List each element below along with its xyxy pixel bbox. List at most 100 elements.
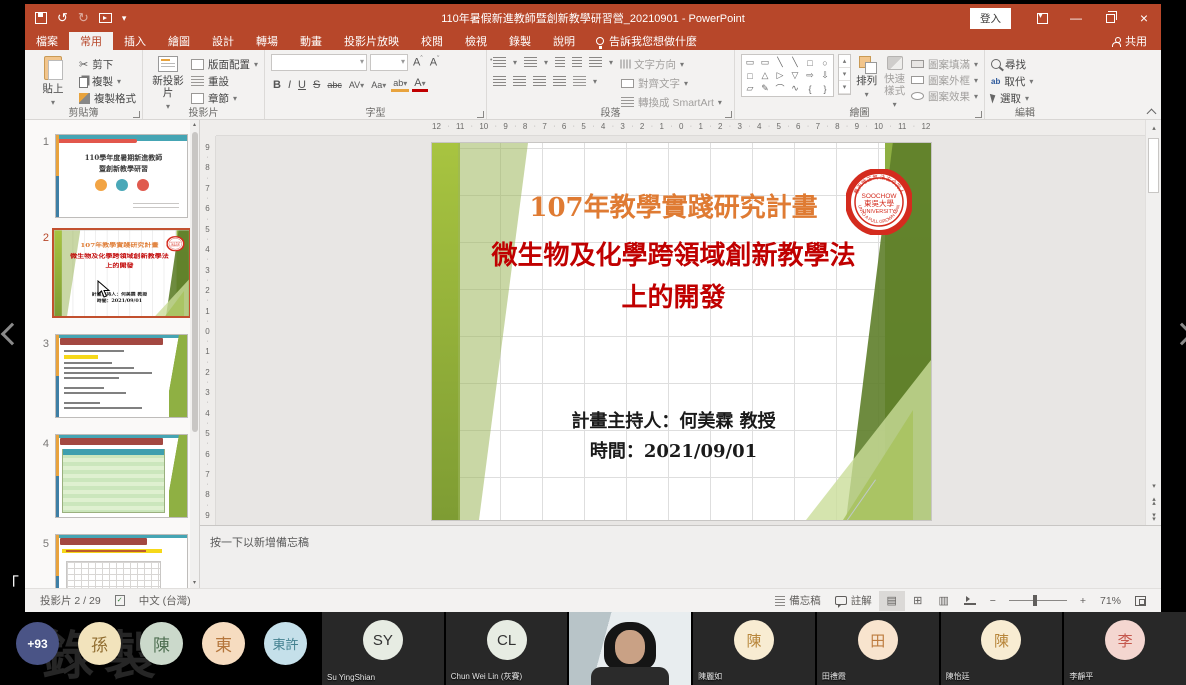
shape-icon[interactable]: {	[804, 82, 816, 95]
slide-canvas[interactable]: 養天地正氣 法古今完人 SOOCHOW 東吳大學 UNIVERSITY UNTO…	[432, 143, 931, 520]
video-tile-5[interactable]: 田 田禮霞	[815, 612, 939, 685]
minimize-button[interactable]: —	[1059, 4, 1093, 32]
bold-button[interactable]: B	[271, 79, 283, 91]
zoom-in-button[interactable]: +	[1073, 595, 1093, 607]
clipboard-dialog-launcher[interactable]	[133, 111, 140, 118]
shape-outline-button[interactable]: 圖案外框▾	[911, 72, 978, 88]
line-spacing-icon[interactable]	[589, 57, 602, 67]
editor-scrollbar-thumb[interactable]	[1148, 138, 1159, 193]
tab-view[interactable]: 檢視	[454, 32, 498, 50]
tab-transitions[interactable]: 轉場	[245, 32, 289, 50]
thumbnail-scroll-up-icon[interactable]: ▴	[190, 120, 199, 130]
shape-fill-button[interactable]: 圖案填滿▾	[911, 56, 978, 72]
zoom-slider-thumb[interactable]	[1033, 595, 1037, 606]
restore-button[interactable]	[1093, 4, 1127, 32]
thumbnail-slide-5[interactable]	[55, 534, 188, 588]
tab-design[interactable]: 設計	[201, 32, 245, 50]
language-indicator[interactable]: 中文 (台灣)	[132, 593, 198, 608]
editor-scroll-down-icon[interactable]: ▾	[1146, 478, 1162, 493]
copy-button[interactable]: 複製▾	[79, 73, 136, 89]
slide-sorter-view-button[interactable]: ⊞	[905, 591, 931, 611]
quick-styles-button[interactable]: 快速樣式▾	[882, 54, 907, 109]
paragraph-dialog-launcher[interactable]	[725, 111, 732, 118]
horizontal-ruler[interactable]: 12·11·10·9·8·7·6·5·4·3·2·1·0·1·2·3·4·5·6…	[216, 120, 1145, 136]
drawing-dialog-launcher[interactable]	[975, 111, 982, 118]
thumbnail-scrollbar[interactable]: ▴ ▾	[190, 120, 199, 588]
zoom-out-button[interactable]: −	[983, 595, 1003, 607]
shapes-gallery-scroll[interactable]: ▴ ▾ ▾	[838, 54, 851, 95]
zoom-level[interactable]: 71%	[1093, 595, 1128, 607]
normal-view-button[interactable]: ▤	[879, 591, 905, 611]
tab-draw[interactable]: 繪圖	[157, 32, 201, 50]
tab-record[interactable]: 錄製	[498, 32, 542, 50]
tab-animations[interactable]: 動畫	[289, 32, 333, 50]
grow-font-button[interactable]: Aˆ	[411, 56, 425, 69]
shapes-gallery[interactable]: ▭▭╲╲□○□△▷▽⇨⇩▱✎⌒∿{}	[741, 54, 834, 97]
tab-home[interactable]: 常用	[69, 32, 113, 50]
participant-avatar-2[interactable]: 陳	[140, 622, 183, 665]
shapes-more-icon[interactable]: ▾	[839, 81, 850, 94]
video-tile-6[interactable]: 陳 陳怡廷	[939, 612, 1063, 685]
slide-title-line2[interactable]: 微生物及化學跨領域創新教學法	[462, 235, 885, 272]
slide-presenter-text[interactable]: 計畫主持人：何美霖 教授	[462, 407, 885, 433]
more-participants-badge[interactable]: +93	[16, 622, 59, 665]
video-tile-1[interactable]: SY Su YingShian	[320, 612, 444, 685]
tab-help[interactable]: 說明	[542, 32, 586, 50]
thumbnail-slide-2-selected[interactable]: SOOCHOW 東吳大學 UNIVERSITY 107年教學實踐研究計畫 微生物…	[52, 228, 191, 318]
cut-button[interactable]: ✂剪下	[79, 56, 136, 72]
font-color-button[interactable]: A▾	[412, 77, 427, 92]
notes-pane[interactable]: 按一下以新增備忘稿	[200, 525, 1161, 588]
start-slideshow-icon[interactable]	[99, 13, 112, 23]
participant-avatar-3[interactable]: 東	[202, 622, 245, 665]
shape-icon[interactable]: ╲	[774, 56, 786, 69]
tab-file[interactable]: 檔案	[25, 32, 69, 50]
thumbnail-slide-1[interactable]: 110學年度暑期新進教師 暨創新教學研習	[55, 134, 188, 218]
shape-icon[interactable]: ╲	[789, 56, 801, 69]
tab-review[interactable]: 校閱	[410, 32, 454, 50]
layout-button[interactable]: 版面配置▾	[191, 56, 258, 72]
reset-button[interactable]: 重設	[191, 73, 258, 89]
ribbon-display-options-button[interactable]	[1025, 4, 1059, 32]
shape-icon[interactable]: ▷	[774, 69, 786, 82]
numbering-icon[interactable]	[524, 57, 537, 67]
fit-to-window-button[interactable]	[1128, 596, 1153, 606]
underline-button[interactable]: U	[296, 79, 308, 91]
align-right-icon[interactable]	[533, 76, 546, 86]
slideshow-view-button[interactable]	[957, 591, 983, 611]
tab-insert[interactable]: 插入	[113, 32, 157, 50]
participant-avatar-1[interactable]: 孫	[78, 622, 121, 665]
previous-slide-button[interactable]: ▴▴	[1146, 494, 1162, 509]
shape-icon[interactable]: ○	[819, 56, 831, 69]
thumbnail-slide-3[interactable]	[55, 334, 188, 418]
shapes-scroll-up-icon[interactable]: ▴	[839, 55, 850, 68]
paste-button[interactable]: 貼上▾	[31, 54, 75, 107]
customize-qat-icon[interactable]: ▾	[122, 13, 127, 24]
strikethrough-button[interactable]: S	[311, 79, 322, 91]
replace-button[interactable]: ab取代▾	[991, 73, 1033, 89]
character-spacing-button[interactable]: AV▾	[347, 80, 366, 90]
video-tile-7[interactable]: 李 李靜平	[1062, 612, 1186, 685]
notes-toggle-button[interactable]: 備忘稿	[768, 593, 828, 608]
next-page-chevron-icon[interactable]	[1171, 323, 1186, 346]
align-text-button[interactable]: 對齊文字▾	[621, 75, 722, 91]
shape-icon[interactable]: □	[744, 69, 756, 82]
collapse-ribbon-icon[interactable]	[1147, 109, 1157, 119]
video-tile-3-webcam[interactable]	[567, 612, 691, 685]
shape-icon[interactable]: ▭	[759, 56, 771, 69]
tell-me-box[interactable]: 告訴我您想做什麼	[586, 32, 707, 50]
thumbnail-slide-4[interactable]	[55, 434, 188, 518]
close-button[interactable]: ×	[1127, 4, 1161, 32]
align-center-icon[interactable]	[513, 76, 526, 86]
slide-date-text[interactable]: 時間：2021/09/01	[462, 437, 885, 463]
increase-indent-icon[interactable]	[572, 57, 582, 67]
share-button[interactable]: 共用	[1098, 32, 1161, 50]
reading-view-button[interactable]: ▥	[931, 591, 957, 611]
vertical-ruler[interactable]: 9·8·7·6·5·4·3·2·1·0·1·2·3·4·5·6·7·8·9	[200, 136, 216, 525]
save-icon[interactable]	[35, 12, 47, 24]
find-button[interactable]: 尋找	[991, 56, 1033, 72]
clear-formatting-button[interactable]: abc	[325, 80, 344, 90]
highlight-button[interactable]: ab▾	[391, 77, 409, 92]
justify-icon[interactable]	[553, 76, 566, 86]
thumbnail-scrollbar-thumb[interactable]	[192, 132, 198, 432]
shape-icon[interactable]: }	[819, 82, 831, 95]
